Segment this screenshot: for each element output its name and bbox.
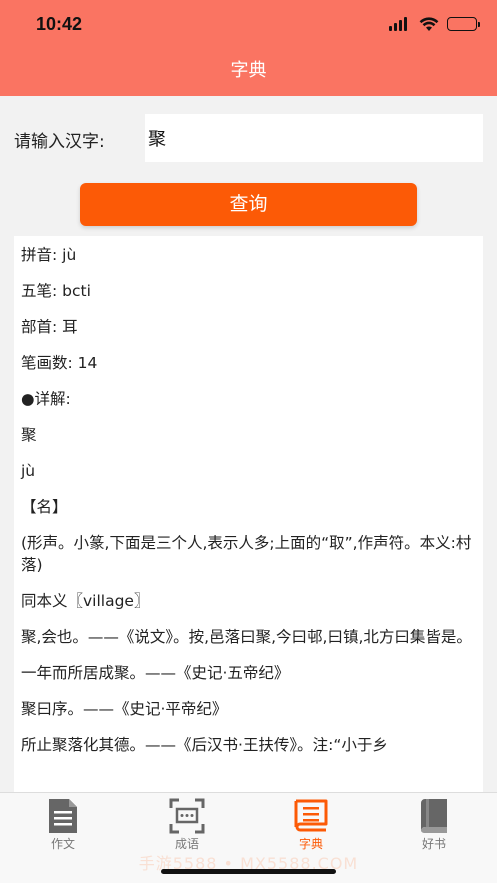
result-line: 聚曰序。——《史记·平帝纪》: [21, 700, 228, 718]
result-line: 所止聚落化其德。——《后汉书·王扶传》。注:“小于乡: [21, 736, 388, 754]
search-row: 请输入汉字:: [0, 114, 497, 162]
page-title: 字典: [230, 60, 267, 81]
result-line: 聚: [21, 426, 37, 444]
document-icon: [49, 799, 77, 833]
app-header: 10:42 字典: [0, 0, 497, 96]
dictionary-icon: [294, 799, 328, 832]
result-line: 一年而所居成聚。——《史记·五帝纪》: [21, 664, 290, 682]
result-line: 五笔: bcti: [21, 282, 91, 300]
result-panel[interactable]: 拼音: jù 五笔: bcti 部首: 耳笔画数: 14 ●详解: 聚 jù 【名】 (形声。…: [14, 236, 483, 792]
battery-icon: [447, 17, 480, 31]
status-icons: [389, 14, 480, 34]
search-label: 请输入汉字:: [14, 132, 105, 152]
wifi-icon: [419, 17, 439, 31]
result-line: 笔画数: 14: [21, 354, 98, 372]
result-line: ●详解:: [21, 390, 71, 408]
result-line: jù: [21, 462, 36, 480]
status-bar: 10:42: [0, 0, 497, 48]
result-line: 部首: 耳: [21, 318, 78, 336]
tab-haoshu[interactable]: 好书: [384, 797, 484, 853]
result-line: 同本义〖village〗: [21, 592, 150, 610]
scan-text-icon: [169, 798, 205, 834]
result-line: 拼音: jù: [21, 246, 77, 264]
result-line: 聚,会也。——《说文》。按,邑落曰聚,今曰邨,曰镇,北方曰集皆是。: [21, 628, 472, 646]
tab-chengyu[interactable]: 成语: [137, 797, 237, 853]
signal-icon: [389, 17, 411, 31]
book-icon: [421, 799, 447, 834]
home-indicator: [161, 869, 336, 874]
result-line: (形声。小篆,下面是三个人,表示人多;上面的“取”,作声符。本义:村落): [21, 534, 472, 574]
character-input[interactable]: [145, 114, 483, 162]
tab-zuowen[interactable]: 作文: [13, 797, 113, 853]
result-line: 【名】: [21, 498, 68, 516]
status-time: 10:42: [36, 14, 83, 34]
query-button[interactable]: 查询: [80, 183, 417, 226]
tab-zidian[interactable]: 字典: [261, 797, 361, 853]
